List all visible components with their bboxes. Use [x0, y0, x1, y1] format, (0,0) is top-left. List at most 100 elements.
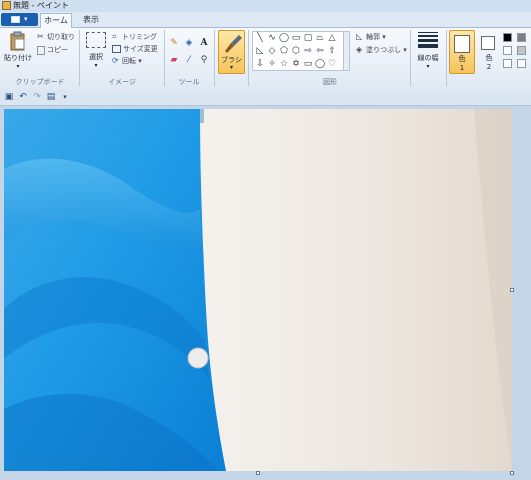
polygon-shape-icon[interactable]: ⏢	[315, 33, 325, 43]
cut-button[interactable]: ✂ 切り取り	[37, 32, 75, 42]
triangle-shape-icon[interactable]: △	[327, 33, 337, 43]
outline-icon: ◺	[356, 32, 363, 41]
window-title: 無題 - ペイント	[13, 1, 69, 10]
clipboard-group-label: クリップボード	[15, 78, 65, 86]
diamond-shape-icon[interactable]: ◇	[267, 46, 277, 56]
screenshot-icon[interactable]: ▤	[46, 92, 56, 102]
oval-shape-icon[interactable]: ◯	[279, 33, 289, 43]
copy-icon	[37, 45, 45, 55]
fill-bucket-icon: ◈	[356, 45, 363, 54]
cut-icon: ✂	[37, 32, 44, 41]
palette-color-empty[interactable]	[503, 59, 512, 68]
brushes-button[interactable]: ブラシ ▾	[218, 30, 245, 74]
group-divider	[446, 30, 447, 86]
copy-label: コピー	[47, 46, 68, 54]
size-button[interactable]: 線の幅 ▾	[414, 32, 442, 70]
crop-button[interactable]: ⌗ トリミング	[112, 32, 157, 42]
select-label: 選択	[89, 53, 103, 61]
group-divider	[79, 30, 80, 86]
palette-color-white[interactable]	[503, 46, 512, 55]
outline-button[interactable]: ◺ 輪郭 ▾	[356, 32, 386, 42]
paste-button[interactable]: 貼り付け ▾	[4, 31, 32, 70]
copy-button[interactable]: コピー	[37, 45, 68, 55]
undo-icon[interactable]: ↶	[18, 92, 28, 102]
size-label: 線の幅	[417, 54, 439, 62]
resize-label: サイズ変更	[123, 45, 158, 53]
palette-color-empty[interactable]	[517, 59, 526, 68]
file-menu-button[interactable]: ▾	[1, 13, 38, 26]
color1-number: 1	[459, 64, 465, 72]
rounded-rectangle-shape-icon[interactable]: ▢	[303, 33, 313, 43]
group-divider	[164, 30, 165, 86]
cut-label: 切り取り	[47, 33, 75, 41]
curve-shape-icon[interactable]: ∿	[267, 33, 277, 43]
rotate-icon: ⟳	[112, 56, 119, 65]
fill-icon[interactable]: ◈	[183, 37, 195, 49]
paint-app-icon[interactable]	[2, 1, 11, 10]
canvas-resize-handle-bottom[interactable]	[256, 471, 260, 475]
magnifier-icon[interactable]: ⚲	[198, 54, 210, 66]
arrow-left-shape-icon[interactable]: ⇦	[315, 46, 325, 56]
line-width-icon	[418, 32, 438, 48]
file-menu-icon	[11, 16, 20, 23]
color2-number: 2	[486, 63, 492, 71]
outline-label: 輪郭	[366, 33, 380, 41]
shapes-gallery[interactable]: ╲ ∿ ◯ ▭ ▢ ⏢ △ ◺ ◇ ⬠ ⬡ ⇨ ⇦ ⇧ ⇩ ✧ ☆ ✡ ▭ ◯ …	[252, 31, 348, 71]
callout-rect-shape-icon[interactable]: ▭	[303, 59, 313, 69]
chevron-down-icon: ▾	[426, 63, 430, 70]
star5-shape-icon[interactable]: ☆	[279, 59, 289, 69]
fill-button[interactable]: ◈ 塗りつぶし ▾	[356, 45, 407, 55]
chevron-down-icon: ▾	[94, 62, 98, 69]
group-divider	[410, 30, 411, 86]
pentagon-shape-icon[interactable]: ⬠	[279, 46, 289, 56]
chevron-down-icon: ▾	[401, 46, 407, 54]
chevron-down-icon: ▾	[136, 57, 142, 65]
eraser-icon[interactable]: ▰	[168, 54, 180, 66]
redo-icon[interactable]: ↷	[32, 92, 42, 102]
color1-swatch	[454, 35, 470, 53]
brush-icon	[225, 35, 242, 53]
arrow-right-shape-icon[interactable]: ⇨	[303, 46, 313, 56]
star4-shape-icon[interactable]: ✧	[267, 59, 277, 69]
pencil-icon[interactable]: ✎	[168, 37, 180, 49]
hexagon-shape-icon[interactable]: ⬡	[291, 46, 301, 56]
star6-shape-icon[interactable]: ✡	[291, 59, 301, 69]
canvas-resize-handle-corner[interactable]	[510, 471, 514, 475]
chevron-down-icon[interactable]: ▾	[60, 92, 70, 102]
rotate-label: 回転	[122, 57, 136, 65]
line-shape-icon[interactable]: ╲	[255, 33, 265, 43]
save-icon[interactable]: ▣	[4, 92, 14, 102]
title-bar: 無題 - ペイント	[0, 0, 531, 12]
shapes-group-label: 図形	[323, 78, 337, 86]
palette-color-black[interactable]	[503, 33, 512, 42]
rotate-button[interactable]: ⟳ 回転 ▾	[112, 56, 142, 66]
palette-color-light-gray[interactable]	[517, 46, 526, 55]
tab-view[interactable]: 表示	[78, 13, 104, 27]
color-picker-icon[interactable]: ⁄	[183, 54, 195, 66]
chevron-down-icon: ▾	[16, 63, 20, 70]
rectangle-shape-icon[interactable]: ▭	[291, 33, 301, 43]
paste-label: 貼り付け	[4, 54, 32, 62]
resize-icon	[112, 45, 121, 53]
group-divider	[248, 30, 249, 86]
resize-button[interactable]: サイズ変更	[112, 44, 158, 54]
crop-icon: ⌗	[112, 32, 117, 41]
color1-button[interactable]: 色 1	[449, 30, 475, 74]
palette-color-gray[interactable]	[517, 33, 526, 42]
heart-shape-icon[interactable]: ♡	[327, 59, 337, 69]
color1-label: 色	[458, 55, 466, 63]
arrow-up-shape-icon[interactable]: ⇧	[327, 46, 337, 56]
shapes-scrollbar[interactable]	[343, 31, 350, 71]
callout-oval-shape-icon[interactable]: ◯	[315, 59, 325, 69]
right-triangle-shape-icon[interactable]: ◺	[255, 46, 265, 56]
drawing-canvas[interactable]	[4, 109, 512, 471]
canvas-resize-handle-right[interactable]	[510, 288, 514, 292]
tab-home[interactable]: ホーム	[40, 13, 72, 28]
crop-label: トリミング	[122, 33, 157, 41]
fill-label: 塗りつぶし	[366, 46, 402, 54]
group-divider	[214, 30, 215, 86]
select-button[interactable]: 選択 ▾	[84, 32, 108, 69]
text-icon[interactable]: A	[198, 37, 210, 49]
arrow-down-shape-icon[interactable]: ⇩	[255, 59, 265, 69]
color2-button[interactable]: 色 2	[478, 30, 500, 74]
